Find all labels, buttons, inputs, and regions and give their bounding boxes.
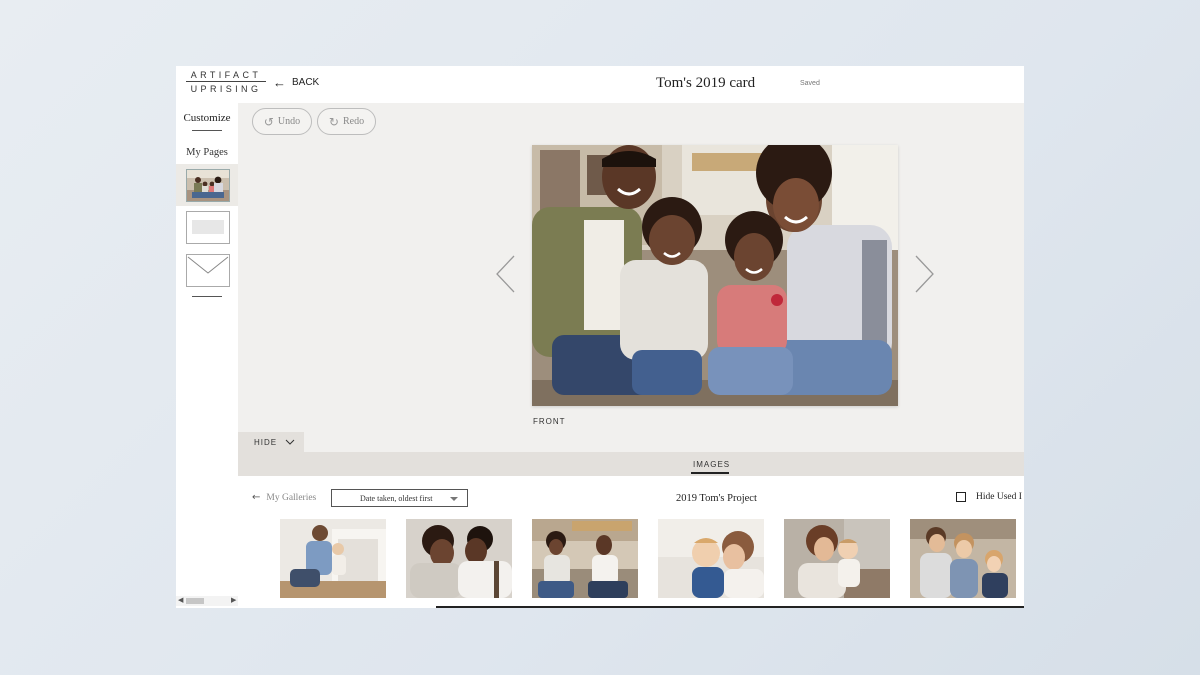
gallery-image[interactable] bbox=[280, 519, 386, 598]
gallery-image[interactable] bbox=[910, 519, 1016, 598]
gallery-image[interactable] bbox=[784, 519, 890, 598]
hide-panel-button[interactable]: HIDE bbox=[238, 432, 304, 452]
photo-thumbnail bbox=[406, 519, 512, 598]
page-thumbnail-envelope[interactable] bbox=[186, 254, 230, 287]
photo-thumbnail bbox=[910, 519, 1016, 598]
page-thumbnail-front[interactable] bbox=[186, 169, 230, 202]
gallery-image[interactable] bbox=[532, 519, 638, 598]
sidebar: Customize My Pages ◀ ▶ bbox=[176, 103, 238, 608]
page-thumbnail-inside[interactable] bbox=[186, 211, 230, 244]
arrow-left-icon: ← bbox=[252, 492, 261, 503]
my-galleries-link[interactable]: ← My Galleries bbox=[252, 492, 316, 503]
panel-bottom-border bbox=[436, 606, 1024, 608]
family-photo bbox=[532, 145, 898, 406]
previous-page-button[interactable] bbox=[494, 254, 518, 294]
photo-thumbnail bbox=[280, 519, 386, 598]
undo-icon: ↺ bbox=[263, 114, 274, 129]
brand-logo[interactable]: ARTIFACT UPRISING bbox=[186, 70, 266, 94]
app-window: ARTIFACT UPRISING ← BACK Tom's 2019 card… bbox=[176, 66, 1024, 608]
family-photo-thumbnail bbox=[187, 170, 229, 201]
page-label: FRONT bbox=[533, 417, 566, 426]
photo-thumbnail bbox=[532, 519, 638, 598]
save-status: Saved bbox=[800, 80, 820, 87]
my-pages-tab[interactable]: My Pages bbox=[176, 147, 238, 158]
gallery-image[interactable] bbox=[406, 519, 512, 598]
sidebar-scrollbar[interactable]: ◀ ▶ bbox=[176, 596, 238, 606]
scrollbar-thumb[interactable] bbox=[186, 598, 204, 604]
next-page-button[interactable] bbox=[912, 254, 936, 294]
redo-icon: ↻ bbox=[328, 114, 339, 129]
customize-underline bbox=[192, 130, 222, 131]
project-title: 2019 Tom's Project bbox=[676, 493, 757, 504]
caret-down-icon bbox=[450, 497, 458, 501]
back-button[interactable]: ← BACK bbox=[273, 74, 320, 90]
sort-dropdown[interactable]: Date taken, oldest first bbox=[331, 489, 468, 507]
card-front-photo[interactable] bbox=[532, 145, 898, 406]
image-gallery-panel: ← My Galleries Date taken, oldest first … bbox=[238, 476, 1024, 608]
gallery-image[interactable] bbox=[658, 519, 764, 598]
hide-used-label: Hide Used I bbox=[976, 492, 1022, 502]
hide-label: HIDE bbox=[254, 437, 278, 447]
logo-text-bottom: UPRISING bbox=[190, 84, 262, 94]
photo-thumbnail bbox=[784, 519, 890, 598]
document-title[interactable]: Tom's 2019 card bbox=[656, 75, 755, 92]
back-label: BACK bbox=[292, 77, 320, 88]
envelope-icon bbox=[187, 256, 229, 274]
sort-selected-value: Date taken, oldest first bbox=[360, 493, 433, 503]
hide-used-toggle[interactable]: Hide Used I bbox=[956, 492, 1022, 502]
chevron-left-icon bbox=[496, 255, 515, 293]
tab-images[interactable]: IMAGES bbox=[693, 460, 730, 469]
undo-button[interactable]: ↺ Undo bbox=[252, 108, 312, 135]
logo-text-top: ARTIFACT bbox=[190, 70, 262, 80]
scroll-right-icon[interactable]: ▶ bbox=[231, 596, 236, 604]
scroll-left-icon[interactable]: ◀ bbox=[178, 596, 183, 604]
redo-button[interactable]: ↻ Redo bbox=[317, 108, 376, 135]
arrow-left-icon: ← bbox=[273, 74, 286, 90]
undo-label: Undo bbox=[277, 116, 301, 127]
logo-divider bbox=[186, 81, 266, 82]
chevron-right-icon bbox=[915, 255, 934, 293]
page-thumbnail-placeholder bbox=[192, 220, 224, 234]
top-bar: ARTIFACT UPRISING ← BACK Tom's 2019 card… bbox=[176, 66, 1024, 103]
hide-used-checkbox[interactable] bbox=[956, 492, 966, 502]
customize-tab[interactable]: Customize bbox=[176, 112, 238, 124]
chevron-down-icon bbox=[285, 439, 295, 445]
photo-thumbnail bbox=[658, 519, 764, 598]
sidebar-divider bbox=[192, 296, 222, 297]
my-galleries-label: My Galleries bbox=[266, 492, 317, 503]
redo-label: Redo bbox=[342, 116, 365, 127]
panel-tab-bar: IMAGES bbox=[238, 452, 1024, 476]
tab-images-underline bbox=[691, 472, 729, 474]
